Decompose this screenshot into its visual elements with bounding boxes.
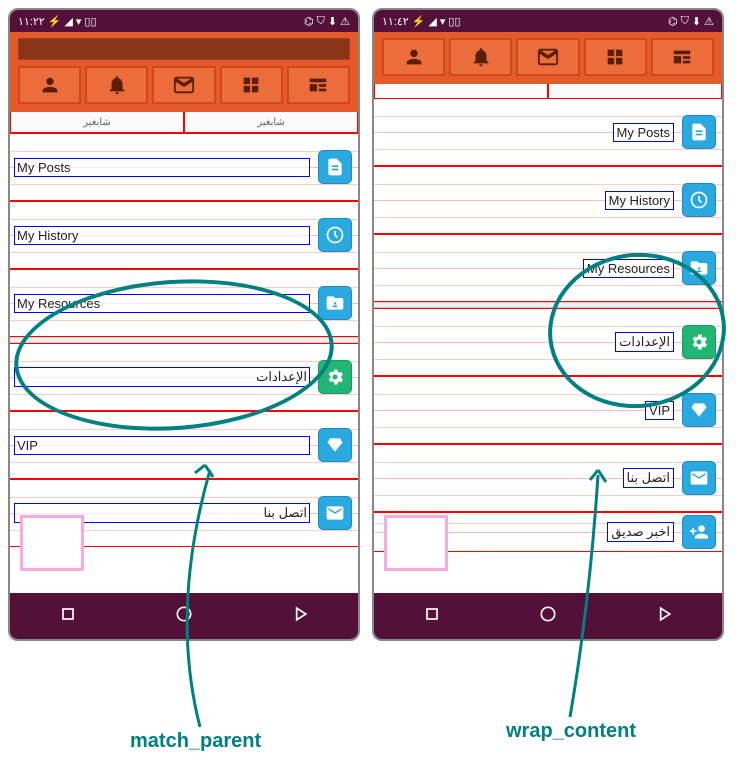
add-person-icon: [682, 515, 716, 549]
menu-item-contact[interactable]: اتصل بنا: [374, 444, 722, 512]
item-label: الإعدادات: [14, 367, 310, 387]
mail-icon: [682, 461, 716, 495]
status-bar: ١١:٤٢ ⚡ ◢ ▾ ▯▯ ⌬ ⛉ ⬇ ⚠: [374, 10, 722, 32]
signal-icon: ◢: [64, 15, 72, 28]
tab-news[interactable]: [651, 38, 714, 76]
shield-icon: ⛉: [317, 15, 325, 28]
menu-item-history[interactable]: My History: [10, 201, 358, 269]
wifi-icon: ▾: [76, 15, 82, 28]
sub-header-row: [374, 84, 722, 98]
tab-profile[interactable]: [18, 66, 81, 104]
clock-icon: [318, 218, 352, 252]
doc-icon: [682, 115, 716, 149]
menu-item-settings[interactable]: الإعدادات: [374, 308, 722, 376]
bug-icon: ⌬: [668, 15, 678, 28]
item-label: My History: [14, 226, 310, 245]
status-time: ١١:٢٢: [18, 15, 45, 28]
item-label: My Resources: [14, 294, 310, 313]
selection-highlight: [20, 515, 84, 571]
header-title-bar: [18, 38, 350, 60]
tab-inbox[interactable]: [152, 66, 215, 104]
caption-match-parent: match_parent: [130, 730, 261, 753]
item-label: My Posts: [613, 123, 674, 142]
home-button[interactable]: [538, 604, 558, 629]
status-bar: ١١:٢٢ ⚡ ◢ ▾ ▯▯ ⌬ ⛉ ⬇ ⚠: [10, 10, 358, 32]
app-header: [374, 32, 722, 84]
back-button[interactable]: [290, 604, 310, 629]
menu-item-posts[interactable]: My Posts: [10, 133, 358, 201]
gear-icon: [318, 360, 352, 394]
shield-icon: ⛉: [681, 15, 689, 28]
menu-item-posts[interactable]: My Posts: [374, 98, 722, 166]
folder-person-icon: [318, 286, 352, 320]
phone-left: ١١:٢٢ ⚡ ◢ ▾ ▯▯ ⌬ ⛉ ⬇ ⚠: [8, 8, 360, 641]
tab-grid[interactable]: [220, 66, 283, 104]
tab-row: [14, 64, 354, 108]
tab-profile[interactable]: [382, 38, 445, 76]
sub-left: شابغير: [10, 112, 184, 132]
menu-item-settings[interactable]: الإعدادات: [10, 343, 358, 411]
caption-wrap-content: wrap_content: [506, 720, 636, 743]
menu-item-vip[interactable]: VIP: [10, 411, 358, 479]
download-icon: ⬇: [328, 15, 337, 28]
tab-notifications[interactable]: [449, 38, 512, 76]
vibrate-icon: ▯▯: [448, 15, 460, 28]
item-label: الإعدادات: [615, 332, 674, 352]
signal-icon: ◢: [428, 15, 436, 28]
menu-item-resources[interactable]: My Resources: [10, 269, 358, 337]
sub-right: [548, 84, 722, 98]
tab-inbox[interactable]: [516, 38, 579, 76]
vibrate-icon: ▯▯: [84, 15, 96, 28]
selection-highlight: [384, 515, 448, 571]
item-label: My History: [605, 191, 674, 210]
download-icon: ⬇: [692, 15, 701, 28]
wifi-icon: ▾: [440, 15, 446, 28]
item-label: VIP: [645, 401, 674, 420]
clock-icon: [682, 183, 716, 217]
folder-person-icon: [682, 251, 716, 285]
mail-icon: [318, 496, 352, 530]
battery-icon: ⚡: [412, 15, 426, 28]
diamond-icon: [682, 393, 716, 427]
home-button[interactable]: [174, 604, 194, 629]
item-label: My Resources: [583, 259, 674, 278]
menu-item-vip[interactable]: VIP: [374, 376, 722, 444]
diamond-icon: [318, 428, 352, 462]
sub-right: شابغير: [184, 112, 358, 132]
tab-news[interactable]: [287, 66, 350, 104]
menu-item-resources[interactable]: My Resources: [374, 234, 722, 302]
status-time: ١١:٤٢: [382, 15, 409, 28]
item-label: VIP: [14, 436, 310, 455]
sub-header-row: شابغير شابغير: [10, 112, 358, 133]
battery-icon: ⚡: [48, 15, 62, 28]
tab-row: [378, 36, 718, 80]
item-label: اخبر صديق: [607, 522, 674, 542]
recent-apps-button[interactable]: [422, 604, 442, 629]
sub-left: [374, 84, 548, 98]
bug-icon: ⌬: [304, 15, 314, 28]
android-nav-bar: [374, 593, 722, 639]
tab-notifications[interactable]: [85, 66, 148, 104]
warning-icon: ⚠: [340, 15, 350, 28]
app-header: [10, 32, 358, 112]
item-label: My Posts: [14, 158, 310, 177]
item-label: اتصل بنا: [623, 468, 674, 488]
tab-grid[interactable]: [584, 38, 647, 76]
android-nav-bar: [10, 593, 358, 639]
phone-right: ١١:٤٢ ⚡ ◢ ▾ ▯▯ ⌬ ⛉ ⬇ ⚠: [372, 8, 724, 641]
menu-item-history[interactable]: My History: [374, 166, 722, 234]
warning-icon: ⚠: [704, 15, 714, 28]
back-button[interactable]: [654, 604, 674, 629]
gear-icon: [682, 325, 716, 359]
doc-icon: [318, 150, 352, 184]
recent-apps-button[interactable]: [58, 604, 78, 629]
